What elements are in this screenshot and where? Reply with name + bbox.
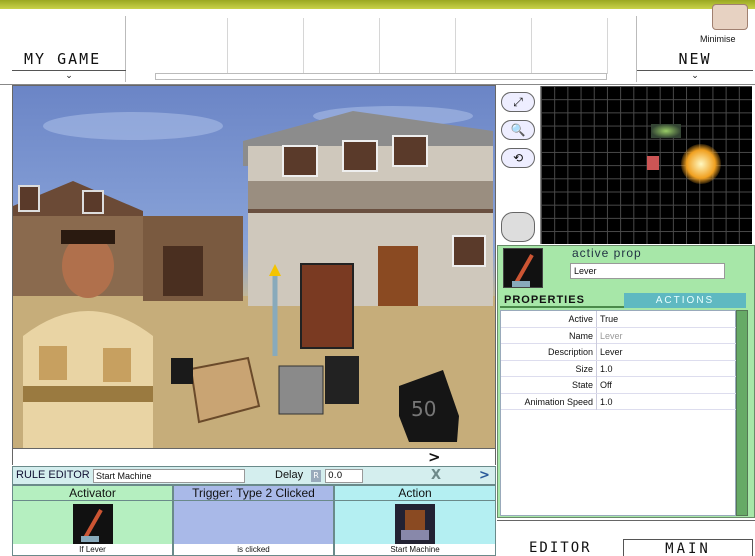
map-object-icon — [647, 156, 659, 170]
property-value[interactable]: Lever — [596, 327, 736, 344]
next-rule-icon[interactable]: > — [479, 468, 495, 484]
delay-input[interactable]: 0.0 — [325, 469, 363, 483]
asset-slot[interactable] — [306, 18, 380, 74]
weight-label: 50 — [411, 397, 436, 421]
top-accent-bar — [0, 0, 755, 9]
project-label: MY GAME — [24, 50, 102, 68]
tab-actions[interactable]: ACTIONS — [624, 293, 746, 308]
trigger-column[interactable]: Trigger: Type 2 Clicked is clicked — [173, 485, 334, 556]
property-value[interactable]: Off — [596, 377, 736, 393]
table-row[interactable]: State Off — [501, 377, 737, 394]
scene-viewport[interactable]: 50 — [12, 85, 496, 449]
property-value[interactable]: Lever — [596, 344, 736, 360]
action-header: Action — [335, 486, 495, 501]
map-object-icon — [651, 124, 681, 138]
viewport-next-button[interactable]: > — [428, 448, 441, 466]
zoom-button[interactable]: 🔍 — [501, 120, 535, 140]
rotate-button[interactable]: ⟲ — [501, 148, 535, 168]
action-footer: Start Machine — [335, 544, 495, 555]
asset-slot[interactable] — [458, 18, 532, 74]
new-menu[interactable]: NEW ⌄ — [636, 16, 753, 82]
mode-switch: EDITOR MAIN — [497, 520, 755, 556]
table-row[interactable]: Animation Speed 1.0 — [501, 393, 737, 410]
zoom-icon: 🔍 — [510, 123, 526, 137]
lever-thumbnail-icon — [73, 504, 113, 544]
delay-label: Delay — [275, 469, 304, 481]
active-prop-label: active prop — [572, 246, 642, 260]
delay-random-button[interactable]: R — [311, 470, 321, 482]
property-value[interactable]: 1.0 — [596, 393, 736, 410]
property-key: Description — [547, 347, 593, 357]
trigger-footer: is clicked — [174, 544, 333, 555]
editor-mode-button[interactable]: EDITOR — [529, 540, 592, 556]
table-row[interactable]: Size 1.0 — [501, 360, 737, 377]
minimap[interactable] — [541, 86, 752, 244]
properties-tabs: PROPERTIES ACTIONS — [500, 293, 750, 308]
machine-thumbnail-icon — [395, 504, 435, 544]
table-row[interactable]: Name Lever — [501, 327, 737, 344]
activator-column[interactable]: Activator If Lever — [12, 485, 173, 556]
table-row[interactable]: Description Lever — [501, 344, 737, 361]
project-menu[interactable]: MY GAME ⌄ — [12, 16, 126, 82]
camera-marker-icon — [681, 144, 721, 184]
activator-header: Activator — [13, 486, 172, 501]
property-key: State — [571, 380, 593, 390]
asset-scrollbar[interactable] — [155, 73, 607, 80]
viewport-status-strip — [12, 449, 496, 465]
rule-editor-bar: RULE EDITOR Start Machine Delay R 0.0 X … — [12, 466, 496, 485]
property-key: Animation Speed — [524, 396, 593, 407]
tab-properties[interactable]: PROPERTIES — [500, 293, 624, 308]
view-tools: ⤢ 🔍 ⟲ — [497, 86, 541, 244]
chevron-down-icon[interactable]: ⌄ — [12, 70, 126, 82]
delete-rule-icon[interactable]: X — [431, 468, 441, 483]
chevron-down-icon[interactable]: ⌄ — [637, 70, 753, 82]
main-mode-button[interactable]: MAIN — [623, 539, 753, 556]
rule-name-field[interactable]: Start Machine — [93, 469, 245, 483]
property-value[interactable]: 1.0 — [596, 360, 736, 377]
asset-slot[interactable] — [382, 18, 456, 74]
property-key: Name — [568, 330, 593, 341]
rotate-icon: ⟲ — [512, 151, 524, 165]
rule-editor-title: RULE EDITOR — [16, 469, 90, 481]
action-column[interactable]: Action Start Machine — [334, 485, 496, 556]
new-label: NEW — [678, 50, 712, 68]
property-key: Size — [575, 363, 593, 374]
asset-slot[interactable] — [154, 18, 228, 74]
fit-view-button[interactable]: ⤢ — [501, 92, 535, 112]
trigger-header: Trigger: Type 2 Clicked — [174, 486, 333, 501]
asset-slot[interactable] — [534, 18, 608, 74]
properties-scrollbar[interactable] — [736, 310, 748, 516]
active-prop-icon — [503, 248, 543, 288]
scene-render: 50 — [13, 106, 495, 448]
asset-slot[interactable] — [230, 18, 304, 74]
active-prop-field[interactable]: Lever — [570, 263, 725, 279]
activator-footer: If Lever — [13, 544, 172, 555]
property-key: Active — [568, 314, 593, 324]
table-row[interactable]: Active True — [501, 311, 737, 328]
fit-icon: ⤢ — [513, 95, 523, 109]
property-value[interactable]: True — [596, 311, 736, 327]
properties-table: Active True Name Lever Description Lever… — [500, 310, 737, 516]
trash-icon[interactable] — [501, 212, 535, 242]
